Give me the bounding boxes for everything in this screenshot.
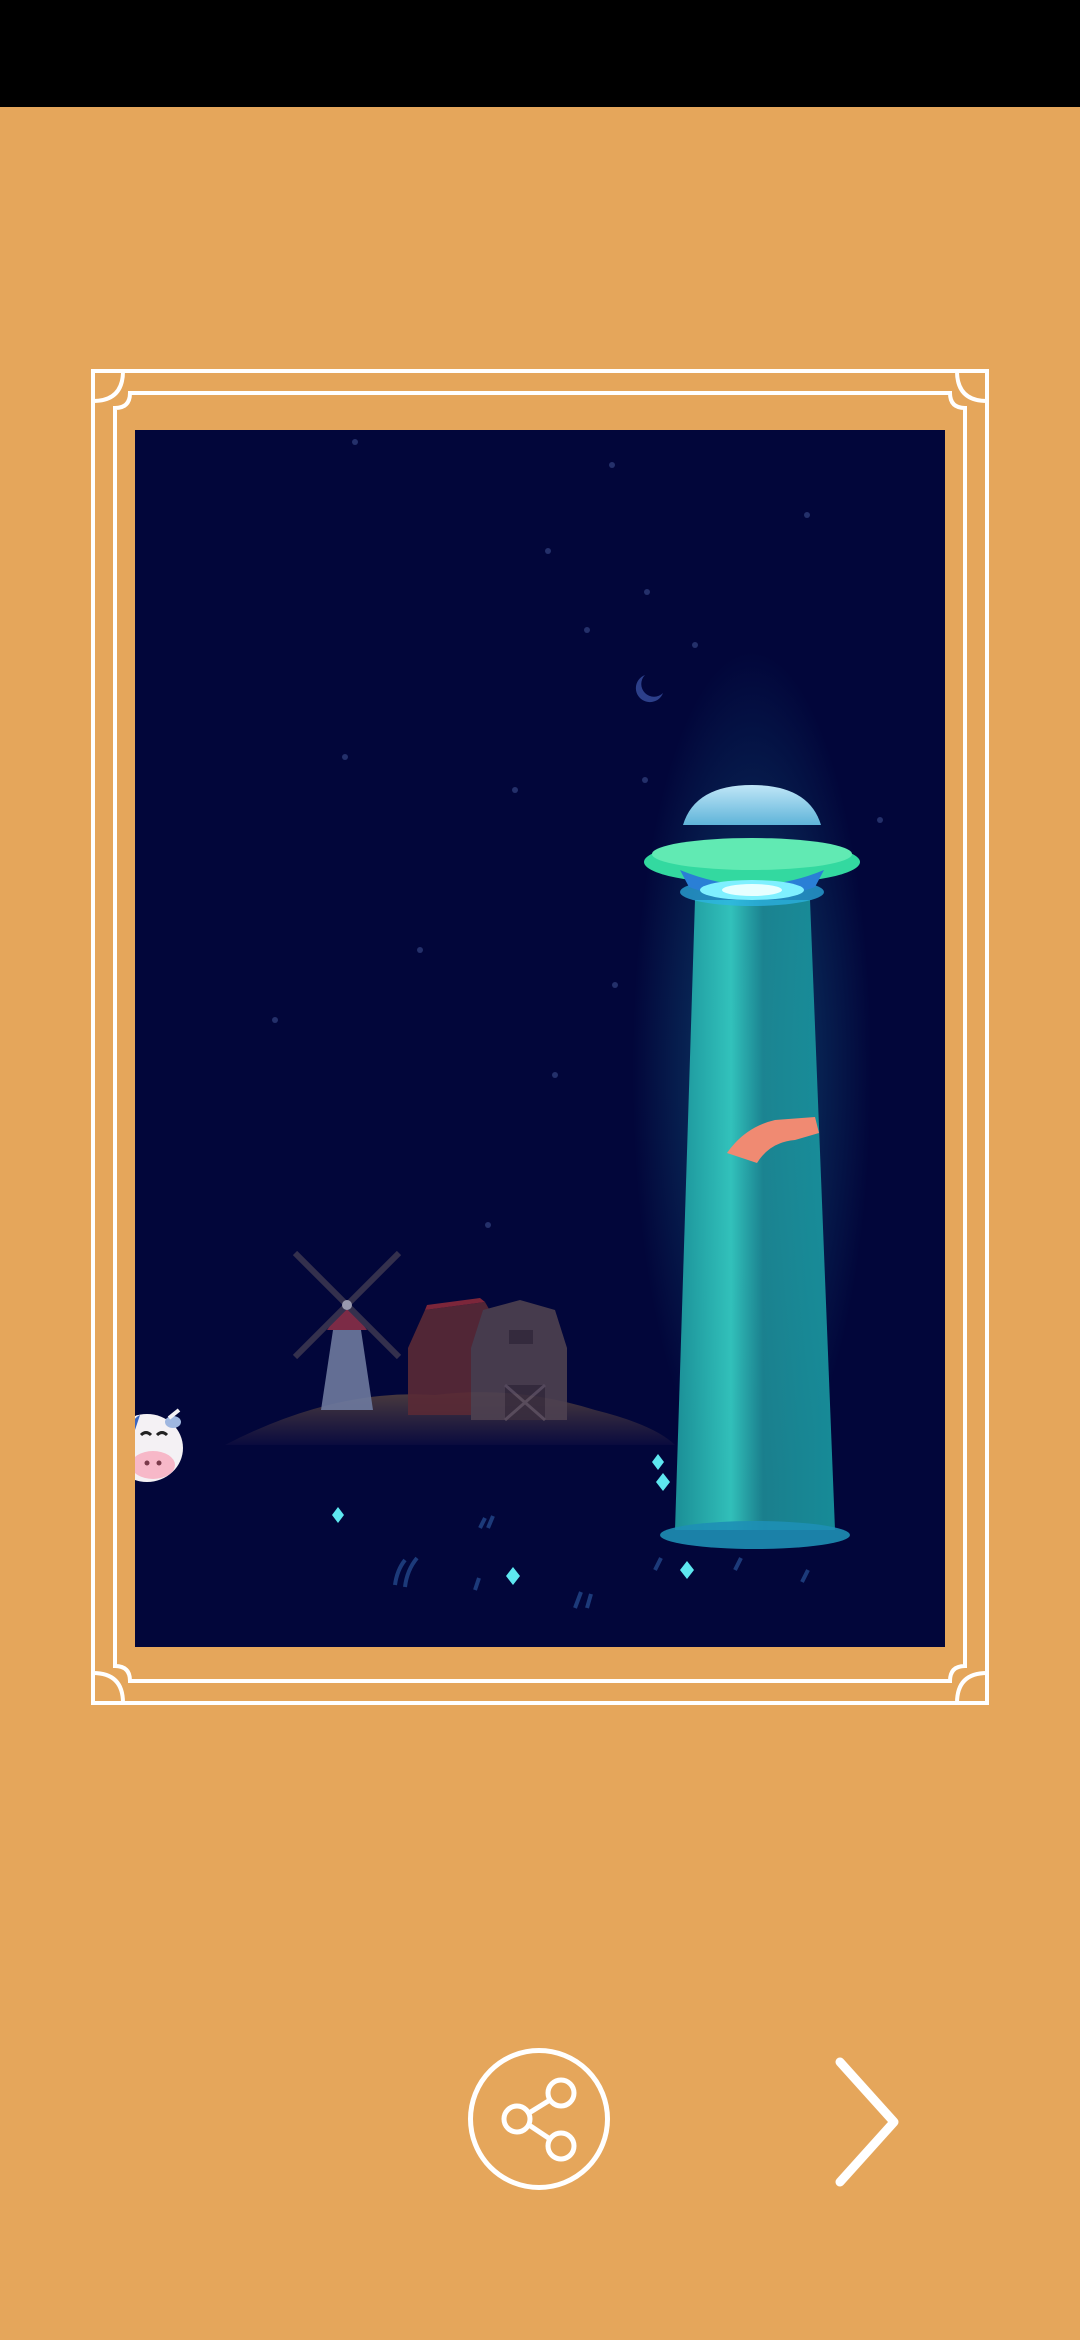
chevron-right-icon — [835, 2057, 899, 2187]
barn — [408, 1298, 567, 1422]
status-bar — [0, 0, 1080, 107]
game-scene — [135, 430, 945, 1647]
crescent-moon-icon — [635, 675, 663, 703]
sparkle-flowers — [332, 1454, 694, 1585]
cow — [135, 1408, 183, 1482]
share-icon — [501, 2077, 577, 2162]
windmill — [292, 1250, 402, 1410]
next-button[interactable] — [818, 2050, 908, 2190]
share-button[interactable] — [468, 2048, 610, 2190]
tractor-beam — [675, 900, 835, 1530]
